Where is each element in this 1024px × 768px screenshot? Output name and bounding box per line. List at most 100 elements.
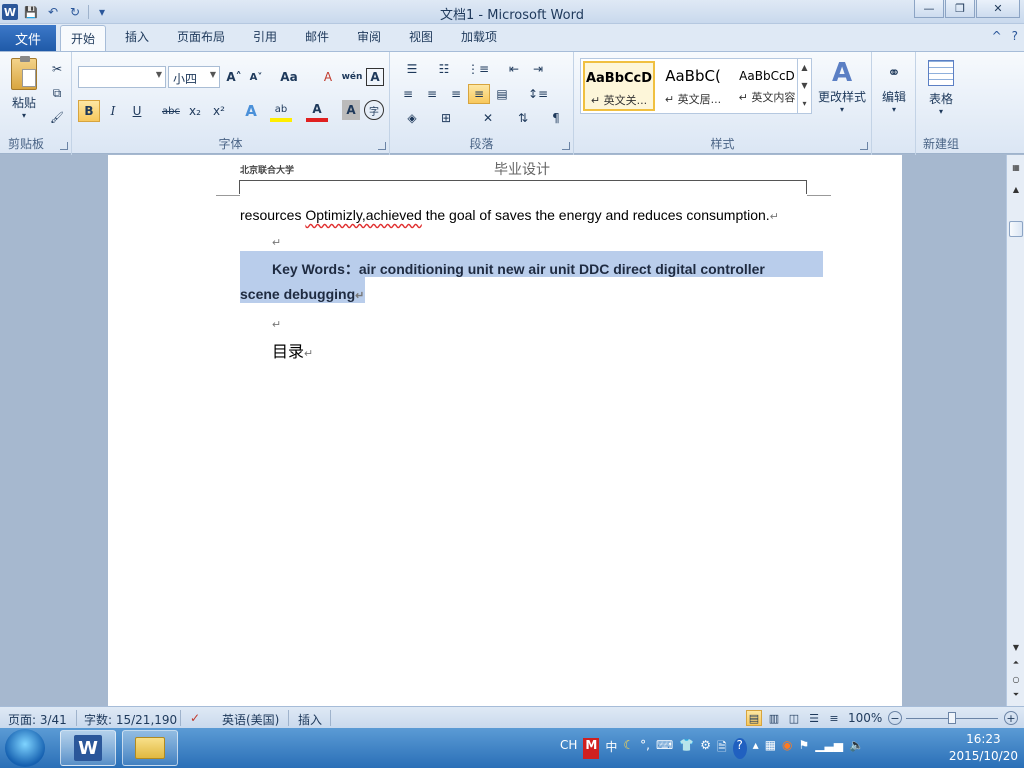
character-border-icon[interactable]: A bbox=[366, 68, 384, 86]
bold-button[interactable]: B bbox=[78, 100, 100, 122]
tray-network-app-icon[interactable]: ▦ bbox=[765, 738, 776, 759]
tab-page-layout[interactable]: 页面布局 bbox=[177, 28, 225, 45]
tray-document-icon[interactable]: 🗎 bbox=[717, 738, 727, 759]
toc-heading[interactable]: 目录↵ bbox=[272, 338, 313, 362]
strikethrough-button[interactable]: abc bbox=[160, 100, 182, 122]
tab-addins[interactable]: 加载项 bbox=[461, 28, 497, 45]
tab-review[interactable]: 审阅 bbox=[357, 28, 381, 45]
style-item[interactable]: AaBbC( ↵ 英文居... bbox=[657, 61, 729, 111]
zoom-slider-thumb[interactable] bbox=[948, 712, 956, 724]
close-button[interactable]: ✕ bbox=[976, 0, 1020, 18]
insert-mode[interactable]: 插入 bbox=[298, 711, 322, 728]
paragraph-shading-icon[interactable]: ◈ bbox=[398, 108, 426, 128]
clipboard-launcher-icon[interactable] bbox=[60, 142, 68, 150]
help-icon[interactable]: ? bbox=[1012, 29, 1018, 43]
underline-button[interactable]: U bbox=[126, 100, 148, 122]
outline-view-icon[interactable]: ☰ bbox=[806, 710, 822, 726]
tray-flag-icon[interactable]: ⚑ bbox=[799, 738, 810, 759]
superscript-button[interactable]: x² bbox=[208, 100, 230, 122]
taskbar-word-app[interactable]: W bbox=[60, 730, 116, 766]
start-button[interactable] bbox=[5, 729, 45, 767]
change-styles-button[interactable]: A 更改样式 ▾ bbox=[816, 58, 868, 114]
tray-expand-icon[interactable]: ▴ bbox=[753, 738, 759, 759]
zoom-out-button[interactable]: − bbox=[888, 711, 902, 725]
show-marks-icon[interactable]: ¶ bbox=[546, 108, 566, 128]
font-name-dropdown-icon[interactable]: ▼ bbox=[156, 70, 162, 79]
enclose-characters-icon[interactable]: 字 bbox=[364, 100, 384, 120]
font-color-icon[interactable]: A bbox=[306, 100, 328, 122]
bullets-icon[interactable]: ☰ bbox=[398, 60, 426, 78]
empty-paragraph[interactable]: ↵ bbox=[272, 233, 281, 249]
vertical-scrollbar[interactable]: ▦ ▲ ▼ ⏶ ○ ⏷ bbox=[1006, 155, 1024, 706]
sort-icon[interactable]: ⇅ bbox=[512, 108, 534, 128]
decrease-indent-icon[interactable]: ⇤ bbox=[504, 60, 524, 78]
draft-view-icon[interactable]: ≡ bbox=[826, 710, 842, 726]
collapse-ribbon-icon[interactable]: ^ bbox=[992, 29, 1002, 43]
print-layout-view-icon[interactable]: ▤ bbox=[746, 710, 762, 726]
paragraph-launcher-icon[interactable] bbox=[562, 142, 570, 150]
chinese-layout-icon[interactable]: ✕ bbox=[474, 108, 502, 128]
copy-icon[interactable]: ⧉ bbox=[48, 84, 66, 102]
align-center-icon[interactable]: ≡ bbox=[422, 84, 442, 104]
tray-punctuation-icon[interactable]: °, bbox=[640, 738, 650, 759]
scroll-thumb[interactable] bbox=[1009, 221, 1023, 237]
font-name-combo[interactable]: ▼ bbox=[78, 66, 166, 88]
text-effects-icon[interactable]: A bbox=[240, 100, 262, 122]
shrink-font-icon[interactable]: A˅ bbox=[246, 68, 266, 86]
body-paragraph[interactable]: resources Optimizly,achieved the goal of… bbox=[240, 207, 779, 223]
tray-chinese-mode-icon[interactable]: 中 bbox=[605, 738, 617, 759]
taskbar-explorer-app[interactable] bbox=[122, 730, 178, 766]
highlight-icon[interactable]: ab bbox=[270, 100, 292, 122]
full-screen-reading-icon[interactable]: ▥ bbox=[766, 710, 782, 726]
spelling-error-text[interactable]: Optimizly,achieved bbox=[305, 207, 421, 223]
clear-formatting-icon[interactable]: A bbox=[318, 68, 338, 86]
proofing-icon[interactable]: ✓ bbox=[190, 711, 200, 725]
increase-indent-icon[interactable]: ⇥ bbox=[528, 60, 548, 78]
browse-object-icon[interactable]: ○ bbox=[1008, 671, 1024, 687]
previous-page-icon[interactable]: ⏶ bbox=[1008, 655, 1024, 671]
editing-button[interactable]: ⚭ 编辑 ▾ bbox=[878, 58, 910, 114]
tab-file[interactable]: 文件 bbox=[0, 25, 56, 51]
paste-dropdown-icon[interactable]: ▾ bbox=[22, 111, 26, 120]
tab-references[interactable]: 引用 bbox=[253, 28, 277, 45]
font-launcher-icon[interactable] bbox=[378, 142, 386, 150]
language-indicator[interactable]: 英语(美国) bbox=[222, 711, 279, 728]
justify-icon[interactable]: ≡ bbox=[468, 84, 490, 104]
grow-font-icon[interactable]: A˄ bbox=[224, 68, 244, 86]
tray-language-icon[interactable]: CH bbox=[560, 738, 577, 759]
line-spacing-icon[interactable]: ↕≡ bbox=[524, 84, 552, 104]
table-button[interactable]: 表格 ▾ bbox=[924, 58, 958, 116]
paste-button[interactable]: 粘贴 ▾ bbox=[6, 56, 42, 120]
tray-settings-icon[interactable]: ⚙ bbox=[700, 738, 711, 759]
style-item[interactable]: AaBbCcD ↵ 英文内容 bbox=[731, 61, 803, 111]
next-page-icon[interactable]: ⏷ bbox=[1008, 687, 1024, 703]
scroll-up-icon[interactable]: ▲ bbox=[1008, 181, 1024, 197]
tab-view[interactable]: 视图 bbox=[409, 28, 433, 45]
italic-button[interactable]: I bbox=[102, 100, 124, 122]
character-shading-icon[interactable]: A bbox=[342, 100, 360, 120]
tray-signal-icon[interactable]: ▁▃▅ bbox=[815, 738, 843, 759]
align-right-icon[interactable]: ≡ bbox=[446, 84, 466, 104]
document-page[interactable]: 北京联合大学 毕业设计 resources Optimizly,achieved… bbox=[108, 155, 902, 706]
style-item[interactable]: AaBbCcD ↵ 英文关... bbox=[583, 61, 655, 111]
cut-icon[interactable]: ✂ bbox=[48, 60, 66, 78]
minimize-button[interactable]: — bbox=[914, 0, 944, 18]
align-left-icon[interactable]: ≡ bbox=[398, 84, 418, 104]
web-layout-icon[interactable]: ◫ bbox=[786, 710, 802, 726]
page-indicator[interactable]: 页面: 3/41 bbox=[8, 711, 67, 728]
word-count[interactable]: 字数: 15/21,190 bbox=[84, 711, 177, 728]
font-size-dropdown-icon[interactable]: ▼ bbox=[210, 70, 216, 79]
tray-help-icon[interactable]: ? bbox=[732, 738, 747, 759]
tray-moon-icon[interactable]: ☾ bbox=[623, 738, 634, 759]
styles-launcher-icon[interactable] bbox=[860, 142, 868, 150]
maximize-button[interactable]: ❐ bbox=[945, 0, 975, 18]
borders-icon[interactable]: ⊞ bbox=[432, 108, 460, 128]
style-gallery-scroll[interactable]: ▲ ▼ ▾ bbox=[797, 59, 811, 113]
format-painter-icon[interactable]: 🖌 bbox=[48, 108, 66, 126]
ruler-toggle-icon[interactable]: ▦ bbox=[1008, 159, 1024, 175]
tray-skin-icon[interactable]: 👕 bbox=[679, 738, 694, 759]
tab-mailings[interactable]: 邮件 bbox=[305, 28, 329, 45]
font-size-combo[interactable]: 小四 ▼ bbox=[168, 66, 220, 88]
zoom-in-button[interactable]: + bbox=[1004, 711, 1018, 725]
taskbar-clock[interactable]: 16:23 2015/10/20 bbox=[949, 731, 1018, 765]
